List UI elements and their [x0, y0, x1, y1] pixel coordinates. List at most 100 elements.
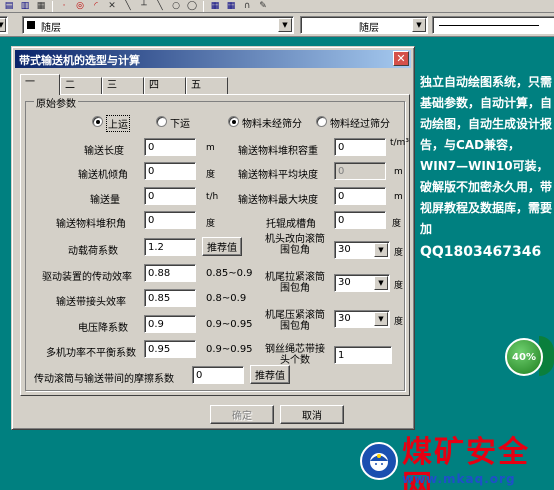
voltage-drop-input[interactable] — [144, 315, 196, 333]
tab-label: 一 — [25, 77, 35, 88]
angle-label: 输送机倾角 — [78, 170, 128, 181]
polyline-icon[interactable]: ╲ — [121, 0, 135, 12]
unbalance-input[interactable] — [144, 340, 196, 358]
lineweight-combo[interactable] — [432, 16, 554, 34]
radio-dot — [96, 120, 100, 124]
dialog-titlebar[interactable]: 带式输送机的选型与计算 ✕ — [15, 50, 411, 68]
ad-panel: 独立自动绘图系统，只需基础参数，自动计算，自动绘图，自动生成设计报告，与CAD兼… — [420, 72, 554, 330]
tab-label: 二 — [65, 80, 75, 91]
close-button[interactable]: ✕ — [393, 51, 409, 66]
layer-color-swatch — [27, 21, 35, 29]
ok-button[interactable]: 确定 — [210, 405, 274, 424]
radio-screened-label: 物料经过筛分 — [330, 119, 390, 130]
dynamic-load-input[interactable] — [144, 238, 196, 256]
avg-size-unit: m — [394, 167, 403, 177]
voltage-drop-range: 0.9~0.95 — [206, 319, 253, 330]
chevron-down-icon: ▼ — [374, 276, 388, 290]
progress-badge[interactable]: 40% — [505, 338, 543, 376]
dynamic-load-label: 动载荷系数 — [68, 246, 118, 257]
tab-label: 五 — [191, 80, 201, 91]
tail-tension-wrap-unit: 度 — [394, 317, 404, 327]
button-label: 取消 — [302, 411, 322, 422]
angle-icon[interactable]: ┴ — [137, 0, 151, 12]
avg-size-label: 输送物料平均块度 — [238, 170, 318, 181]
tab-3[interactable]: 三 — [102, 77, 144, 94]
joint-efficiency-input[interactable] — [144, 289, 196, 307]
tab-panel: 原始参数 上运 下运 物料未经筛分 物料经过筛分 输送长度 m 输送机倾角 度 … — [20, 94, 410, 396]
print-icon[interactable]: ▦ — [34, 0, 48, 12]
max-size-input[interactable] — [334, 187, 386, 205]
chevron-down-icon: ▼ — [374, 312, 388, 326]
friction-input[interactable] — [192, 366, 244, 384]
circle2-icon[interactable]: ◯ — [185, 0, 199, 12]
unbalance-range: 0.9~0.95 — [206, 344, 253, 355]
joints-input[interactable] — [334, 346, 392, 364]
repose-input[interactable] — [144, 211, 196, 229]
cancel-button[interactable]: 取消 — [280, 405, 344, 424]
magnet-icon[interactable]: ∩ — [240, 0, 254, 12]
friction-recommend-button[interactable]: 推荐值 — [250, 365, 290, 384]
prev-combo[interactable]: ▼ — [0, 16, 8, 34]
ad-text: 独立自动绘图系统，只需基础参数，自动计算，自动绘图，自动生成设计报告，与CAD兼… — [420, 75, 553, 236]
linetype-combo[interactable]: 随层 ▼ — [300, 16, 428, 34]
radio-dot — [232, 120, 236, 124]
block-icon[interactable]: ▦ — [224, 0, 238, 12]
original-params-group: 原始参数 上运 下运 物料未经筛分 物料经过筛分 输送长度 m 输送机倾角 度 … — [25, 95, 409, 391]
lineweight-sample — [439, 25, 539, 26]
ellipse-icon[interactable]: ○ — [169, 0, 183, 12]
tab-5[interactable]: 五 — [186, 77, 228, 94]
density-label: 输送物料堆积容重 — [238, 146, 318, 157]
save-icon[interactable]: ▥ — [18, 0, 32, 12]
density-unit: t/m³ — [390, 138, 409, 148]
conveyor-selection-dialog: 带式输送机的选型与计算 ✕ 一 二 三 四 五 原始参数 上运 下运 物料未经筛… — [11, 46, 415, 430]
chevron-down-icon: ▼ — [278, 18, 292, 32]
drive-efficiency-range: 0.85~0.9 — [206, 268, 253, 279]
radio-screened[interactable] — [316, 116, 327, 127]
max-size-label: 输送物料最大块度 — [238, 195, 318, 206]
pencil-icon[interactable]: ✎ — [256, 0, 270, 12]
density-input[interactable] — [334, 138, 386, 156]
tab-1[interactable]: 一 — [20, 74, 60, 95]
radio-up-label: 上运 — [106, 115, 130, 132]
drive-efficiency-input[interactable] — [144, 264, 196, 282]
point-icon[interactable]: · — [57, 0, 71, 12]
angle-input[interactable] — [144, 162, 196, 180]
open-icon[interactable]: ▤ — [2, 0, 16, 12]
ray-icon[interactable]: ╲ — [153, 0, 167, 12]
chevron-down-icon: ▼ — [0, 18, 6, 32]
radio-down-label: 下运 — [170, 119, 190, 130]
toolbar-divider — [52, 0, 53, 12]
radio-unscreened-label: 物料未经筛分 — [242, 119, 302, 130]
button-label: 推荐值 — [207, 243, 237, 254]
circle-icon[interactable]: ◎ — [73, 0, 87, 12]
capacity-input[interactable] — [144, 187, 196, 205]
trough-angle-unit: 度 — [392, 219, 402, 229]
capacity-label: 输送量 — [90, 195, 120, 206]
tab-2[interactable]: 二 — [60, 77, 102, 94]
tab-4[interactable]: 四 — [144, 77, 186, 94]
layer-toolbar: ▼ 随层 ▼ 随层 ▼ — [0, 13, 554, 37]
arc-icon[interactable]: ◜ — [89, 0, 103, 12]
tail-wrap-select[interactable]: 30 ▼ — [334, 274, 390, 292]
dynamic-recommend-button[interactable]: 推荐值 — [202, 237, 242, 256]
watermark-url: www.mkaq.org — [402, 472, 516, 486]
group-title: 原始参数 — [34, 95, 78, 110]
voltage-drop-label: 电压降系数 — [78, 323, 128, 334]
radio-unscreened[interactable] — [228, 116, 239, 127]
grid-icon[interactable]: ▦ — [208, 0, 222, 12]
max-size-unit: m — [394, 192, 403, 202]
layer-combo[interactable]: 随层 ▼ — [22, 16, 294, 34]
tail-tension-wrap-label: 机尾压紧滚筒围包角 — [265, 310, 325, 332]
head-wrap-select[interactable]: 30 ▼ — [334, 241, 390, 259]
radio-down[interactable] — [156, 116, 167, 127]
radio-up[interactable] — [92, 116, 103, 127]
line-icon[interactable]: ✕ — [105, 0, 119, 12]
tail-tension-wrap-value: 30 — [338, 313, 351, 324]
unbalance-label: 多机功率不平衡系数 — [46, 348, 136, 359]
trough-angle-input[interactable] — [334, 211, 386, 229]
ad-qq: QQ1803467346 — [420, 244, 542, 260]
tail-wrap-unit: 度 — [394, 281, 404, 291]
chevron-down-icon: ▼ — [412, 18, 426, 32]
tail-tension-wrap-select[interactable]: 30 ▼ — [334, 310, 390, 328]
length-input[interactable] — [144, 138, 196, 156]
